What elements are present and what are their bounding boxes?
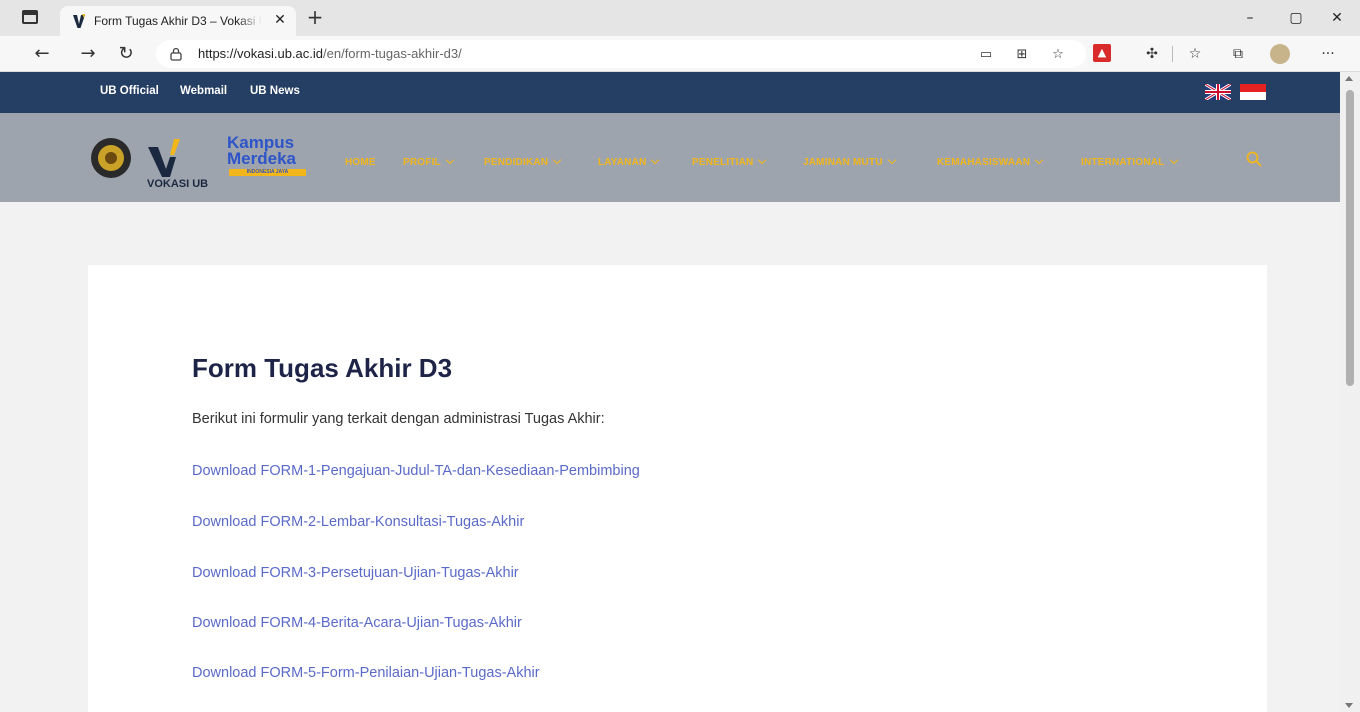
page-viewport: UB Official Webmail UB News VOKASI UB Ka… xyxy=(0,72,1340,712)
vokasi-favicon-icon xyxy=(73,14,85,28)
menu-kemahasiswaan[interactable]: KEMAHASISWAAN xyxy=(937,155,1044,168)
refresh-button[interactable]: ↻ xyxy=(112,42,140,66)
menu-home[interactable]: HOME xyxy=(345,157,376,168)
chevron-down-icon xyxy=(758,155,767,165)
chevron-down-icon xyxy=(651,155,660,165)
topbar-link-webmail[interactable]: Webmail xyxy=(180,85,227,97)
download-link-form-5[interactable]: Download FORM-5-Form-Penilaian-Ujian-Tug… xyxy=(192,665,540,681)
vokasi-ub-wordmark: VOKASI UB xyxy=(147,178,209,190)
topbar-link-ub-official[interactable]: UB Official xyxy=(100,85,159,97)
extension-icon[interactable]: ▲ xyxy=(1093,44,1111,62)
menu-kemahasiswaan-label: KEMAHASISWAAN xyxy=(937,157,1031,168)
url-text[interactable]: https://vokasi.ub.ac.id/en/form-tugas-ak… xyxy=(198,46,462,61)
favorites-icon[interactable]: ☆ xyxy=(1185,44,1205,64)
back-button[interactable]: ← xyxy=(28,42,56,66)
address-bar[interactable]: https://vokasi.ub.ac.id/en/form-tugas-ak… xyxy=(156,40,1086,68)
topbar-link-ub-news[interactable]: UB News xyxy=(250,85,300,97)
new-tab-button[interactable]: + xyxy=(304,5,326,29)
page-scrollbar[interactable] xyxy=(1340,72,1360,712)
close-tab-icon[interactable]: ✕ xyxy=(270,10,290,30)
merdeka-wordmark: Merdeka xyxy=(227,149,296,168)
menu-pendidikan-label: PENDIDIKAN xyxy=(484,157,549,168)
chevron-down-icon xyxy=(887,155,896,165)
vokasi-v-logo[interactable] xyxy=(146,139,186,177)
url-host: https://vokasi.ub.ac.id xyxy=(198,46,324,61)
url-path: /en/form-tugas-akhir-d3/ xyxy=(323,46,462,61)
ub-seal-logo[interactable] xyxy=(91,138,131,178)
menu-profil[interactable]: PROFIL xyxy=(403,155,455,168)
chevron-down-icon xyxy=(1169,155,1178,165)
main-navigation: VOKASI UB Kampus Merdeka INDONESIA JAYA … xyxy=(0,113,1340,202)
forward-button[interactable]: → xyxy=(74,42,102,66)
download-link-form-4[interactable]: Download FORM-4-Berita-Acara-Ujian-Tugas… xyxy=(192,615,522,631)
menu-penelitian-label: PENELITIAN xyxy=(692,157,754,168)
menu-layanan-label: LAYANAN xyxy=(598,157,647,168)
restore-button[interactable]: ▢ xyxy=(1273,0,1319,36)
menu-penelitian[interactable]: PENELITIAN xyxy=(692,155,767,168)
tab-bar: Form Tugas Akhir D3 – Vokasi UB ✕ + – ▢ … xyxy=(0,0,1360,36)
scroll-up-icon[interactable] xyxy=(1345,76,1353,81)
english-flag-icon[interactable] xyxy=(1205,84,1231,100)
menu-jaminan-mutu[interactable]: JAMINAN MUTU xyxy=(803,155,896,168)
menu-layanan[interactable]: LAYANAN xyxy=(598,155,660,168)
menu-home-label: HOME xyxy=(345,157,376,168)
lock-icon[interactable] xyxy=(170,47,182,61)
chevron-down-icon xyxy=(1034,155,1044,165)
address-toolbar: ← → ↻ https://vokasi.ub.ac.id/en/form-tu… xyxy=(0,36,1360,72)
content-card: Form Tugas Akhir D3 Berikut ini formulir… xyxy=(88,265,1267,712)
download-link-form-1[interactable]: Download FORM-1-Pengajuan-Judul-TA-dan-K… xyxy=(192,463,640,479)
favorite-star-icon[interactable]: ☆ xyxy=(1050,47,1066,63)
collections-icon[interactable]: ⧉ xyxy=(1228,44,1248,64)
profile-avatar[interactable] xyxy=(1270,44,1290,64)
intro-text: Berikut ini formulir yang terkait dengan… xyxy=(192,411,605,427)
tab-title: Form Tugas Akhir D3 – Vokasi UB xyxy=(94,14,262,28)
menu-international[interactable]: INTERNATIONAL xyxy=(1081,155,1178,168)
download-link-form-3[interactable]: Download FORM-3-Persetujuan-Ujian-Tugas-… xyxy=(192,565,519,581)
indonesia-jaya-strip: INDONESIA JAYA xyxy=(229,169,306,176)
indonesian-flag-icon[interactable] xyxy=(1240,84,1266,100)
minimize-button[interactable]: – xyxy=(1227,0,1273,36)
app-available-icon[interactable]: ▭ xyxy=(978,47,994,63)
chevron-down-icon xyxy=(552,155,562,165)
menu-profil-label: PROFIL xyxy=(403,157,441,168)
extensions-puzzle-icon[interactable]: ✣ xyxy=(1142,44,1162,64)
menu-international-label: INTERNATIONAL xyxy=(1081,157,1165,168)
menu-pendidikan[interactable]: PENDIDIKAN xyxy=(484,155,562,168)
browser-tab[interactable]: Form Tugas Akhir D3 – Vokasi UB ✕ xyxy=(60,6,296,36)
toolbar-separator xyxy=(1172,46,1173,62)
menu-jaminan-mutu-label: JAMINAN MUTU xyxy=(803,157,883,168)
page-title: Form Tugas Akhir D3 xyxy=(192,353,453,383)
chevron-down-icon xyxy=(445,155,455,165)
search-icon[interactable] xyxy=(1246,151,1262,167)
workspaces-icon[interactable] xyxy=(22,10,38,24)
settings-more-button[interactable]: ··· xyxy=(1318,44,1338,64)
top-utility-bar: UB Official Webmail UB News xyxy=(0,72,1340,113)
immersive-reader-icon[interactable]: ⊞ xyxy=(1014,47,1030,63)
scroll-down-icon[interactable] xyxy=(1345,703,1353,708)
download-link-form-2[interactable]: Download FORM-2-Lembar-Konsultasi-Tugas-… xyxy=(192,514,524,530)
scrollbar-thumb[interactable] xyxy=(1346,90,1354,386)
close-window-button[interactable]: ✕ xyxy=(1314,0,1360,36)
